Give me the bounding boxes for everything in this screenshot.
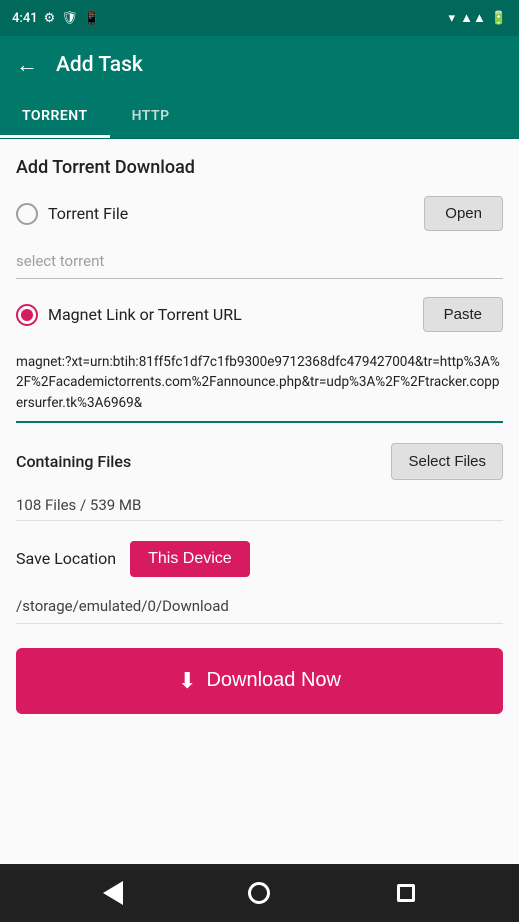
status-right: ▾ ▲▲ 🔋 [449,10,507,26]
containing-files-row: Containing Files Select Files [16,443,503,480]
files-count: 108 Files / 539 MB [16,490,503,521]
containing-files-label: Containing Files [16,452,131,471]
back-nav-icon [103,881,123,905]
bottom-nav [0,864,519,922]
save-location-row: Save Location This Device [16,541,503,577]
torrent-file-option[interactable]: Torrent File [16,203,128,225]
this-device-button[interactable]: This Device [130,541,250,577]
toolbar-title: Add Task [56,53,143,77]
shield-icon: 🛡 [61,11,78,26]
select-files-button[interactable]: Select Files [391,443,503,480]
download-now-button[interactable]: ⬇ Download Now [16,648,503,714]
battery-icon: 🔋 [491,11,507,26]
tab-http[interactable]: HTTP [110,94,192,138]
paste-button[interactable]: Paste [423,297,503,332]
signal-icon: ▲▲ [460,10,486,26]
magnet-url-display[interactable]: magnet:?xt=urn:btih:81ff5fc1df7c1fb9300e… [16,344,503,423]
select-torrent-input[interactable]: select torrent [16,243,503,279]
sim-icon: 📱 [84,11,100,26]
back-button[interactable]: ← [16,52,38,78]
nav-home-button[interactable] [241,875,277,911]
magnet-link-label: Magnet Link or Torrent URL [48,305,242,324]
storage-path: /storage/emulated/0/Download [16,589,503,624]
main-content: Add Torrent Download Torrent File Open s… [0,139,519,864]
magnet-link-option[interactable]: Magnet Link or Torrent URL [16,304,242,326]
time: 4:41 [12,11,38,26]
status-bar: 4:41 ⚙ 🛡 📱 ▾ ▲▲ 🔋 [0,0,519,36]
save-location-label: Save Location [16,549,116,568]
tab-torrent[interactable]: TORRENT [0,94,110,138]
tabs: TORRENT HTTP [0,94,519,139]
torrent-file-row: Torrent File Open [16,196,503,231]
toolbar: ← Add Task [0,36,519,94]
download-now-label: Download Now [206,669,341,692]
radio-inner-dot [21,309,33,321]
download-icon: ⬇ [178,668,196,694]
torrent-file-radio[interactable] [16,203,38,225]
torrent-file-label: Torrent File [48,204,128,223]
nav-back-button[interactable] [95,875,131,911]
status-left: 4:41 ⚙ 🛡 📱 [12,11,100,26]
open-button[interactable]: Open [424,196,503,231]
nav-recent-button[interactable] [388,875,424,911]
magnet-link-row: Magnet Link or Torrent URL Paste [16,297,503,332]
magnet-link-radio[interactable] [16,304,38,326]
wifi-icon: ▾ [449,11,456,26]
home-nav-icon [248,882,270,904]
select-torrent-placeholder: select torrent [16,252,104,270]
section-title: Add Torrent Download [16,157,503,178]
recent-nav-icon [397,884,415,902]
settings-icon: ⚙ [44,11,56,26]
